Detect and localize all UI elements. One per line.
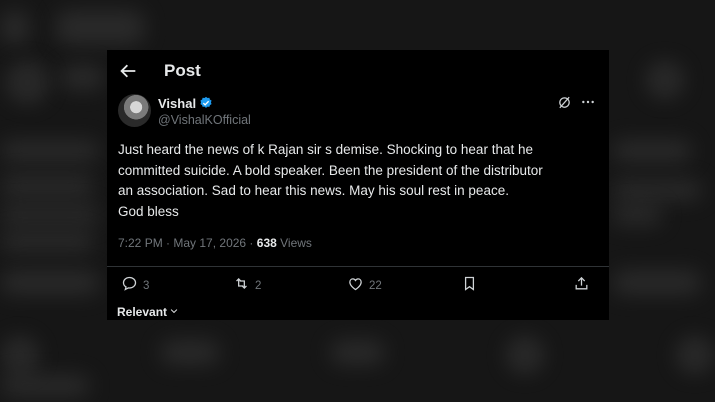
repost-count: 2 [255, 280, 262, 292]
repost-button[interactable]: 2 [233, 277, 261, 295]
top-bar: Post [107, 50, 609, 92]
post-meta: 7:22 PM · May 17, 2026 · 638 Views [118, 236, 312, 250]
repost-icon [233, 275, 250, 297]
views-count: 638 [256, 236, 277, 250]
meta-separator: · [246, 236, 257, 250]
bookmark-button[interactable] [461, 275, 478, 297]
bookmark-icon [461, 275, 478, 297]
author-handle[interactable]: @VishalKOfficial [158, 113, 251, 127]
share-button[interactable] [573, 275, 590, 297]
share-icon [573, 275, 590, 297]
post-time[interactable]: 7:22 PM [118, 236, 163, 250]
reply-button[interactable]: 3 [121, 275, 150, 297]
avatar[interactable] [118, 94, 151, 127]
page-title: Post [164, 61, 201, 80]
like-button[interactable]: 22 [347, 277, 382, 295]
author-name[interactable]: Vishal [158, 96, 196, 111]
more-icon[interactable] [580, 94, 596, 110]
sort-label: Relevant [117, 305, 168, 319]
tweet-text: Just heard the news of k Rajan sir s dem… [118, 142, 543, 219]
post-card: Post Vishal @VishalKOfficial Just heard … [107, 50, 609, 320]
like-icon [347, 275, 364, 297]
views-label: Views [276, 236, 312, 250]
verified-badge-icon [199, 96, 213, 110]
reply-count: 3 [143, 280, 150, 292]
back-arrow-icon[interactable] [117, 60, 139, 82]
chevron-down-icon [167, 305, 179, 319]
sort-relevant-dropdown[interactable]: Relevant [117, 305, 179, 319]
like-count: 22 [369, 280, 382, 292]
meta-separator: · [162, 236, 174, 250]
post-date[interactable]: May 17, 2026 [173, 236, 246, 250]
grok-icon[interactable] [557, 95, 572, 110]
reply-icon [121, 275, 138, 297]
divider [107, 266, 609, 267]
